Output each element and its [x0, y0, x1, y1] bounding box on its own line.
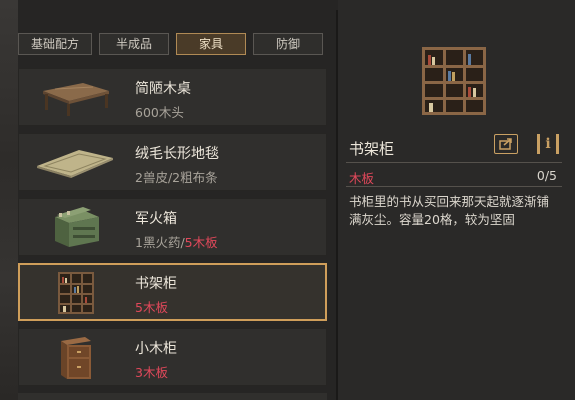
material-count: 0/5 — [536, 168, 557, 183]
recipe-name: 军火箱 — [135, 211, 177, 227]
material-name: 木板 — [349, 171, 375, 186]
recipe-cost: 1黑火药/5木板 — [135, 235, 218, 250]
item-description: 书柜里的书从买回来那天起就逐渐铺满灰尘。容量20格，较为坚固 — [349, 194, 550, 227]
recipe-name: 小木柜 — [135, 341, 177, 357]
recipe-item-partial — [18, 393, 327, 400]
recipe-item-ammo-crate[interactable]: 军火箱 1黑火药/5木板 — [18, 198, 327, 256]
background-left — [0, 0, 18, 400]
recipe-item-bookshelf[interactable]: 书架柜 5木板 — [18, 263, 327, 321]
info-icon: i — [545, 136, 551, 152]
divider — [346, 186, 562, 187]
tab-defense[interactable]: 防御 — [253, 33, 323, 55]
small-cabinet-icon — [29, 333, 121, 381]
share-icon — [499, 138, 512, 150]
bookshelf-icon — [418, 45, 490, 117]
recipe-item-wooden-table[interactable]: 简陋木桌 600木头 — [18, 68, 327, 126]
tab-basic-recipes[interactable]: 基础配方 — [18, 33, 92, 55]
share-button[interactable] — [494, 134, 518, 154]
recipe-cost: 600木头 — [135, 105, 184, 120]
panel-divider — [336, 10, 338, 400]
tab-semi-finished[interactable]: 半成品 — [99, 33, 169, 55]
category-tabs: 基础配方 半成品 家具 防御 — [18, 33, 330, 55]
info-button[interactable]: i — [537, 134, 559, 154]
ammo-crate-icon — [29, 203, 121, 251]
tab-furniture[interactable]: 家具 — [176, 33, 246, 55]
recipe-cost: 2兽皮/2粗布条 — [135, 170, 218, 185]
recipe-cost: 5木板 — [135, 300, 168, 315]
divider — [346, 162, 562, 163]
recipe-cost: 3木板 — [135, 365, 168, 380]
recipe-name: 书架柜 — [135, 276, 177, 292]
detail-title: 书架柜 — [349, 140, 395, 158]
recipe-name: 简陋木桌 — [135, 81, 191, 97]
bookshelf-icon — [30, 269, 122, 317]
recipe-item-small-cabinet[interactable]: 小木柜 3木板 — [18, 328, 327, 386]
recipe-name: 绒毛长形地毯 — [135, 146, 219, 162]
info-bracket-right — [556, 134, 559, 154]
rug-icon — [29, 138, 121, 186]
info-bracket-left — [537, 134, 540, 154]
wooden-table-icon — [29, 73, 121, 121]
recipe-item-plush-rug[interactable]: 绒毛长形地毯 2兽皮/2粗布条 — [18, 133, 327, 191]
recipe-list: 简陋木桌 600木头 绒毛长形地毯 2兽皮/2粗布条 军火箱 1黑火药/5木板 … — [18, 68, 327, 393]
